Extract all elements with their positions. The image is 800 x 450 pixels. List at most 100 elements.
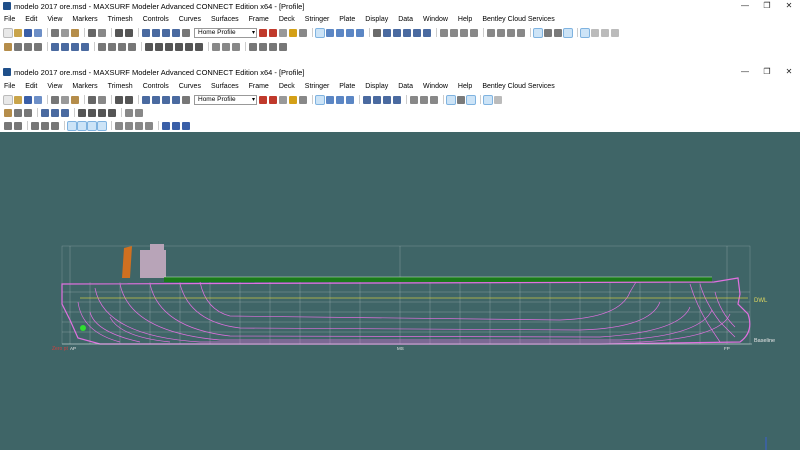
doc-render-icon[interactable]	[299, 95, 307, 104]
doc-zoom-fit-icon[interactable]	[172, 95, 180, 104]
doc-cross-icon[interactable]	[108, 108, 116, 117]
zoom-fit-icon[interactable]	[172, 28, 180, 37]
doc-menu-help[interactable]: Help	[458, 83, 472, 90]
doc-tool-n-icon[interactable]	[135, 121, 143, 130]
polyline-icon[interactable]	[155, 42, 163, 51]
curvature-icon[interactable]	[373, 28, 381, 37]
doc-grid-icon[interactable]	[410, 95, 418, 104]
connect-icon[interactable]	[24, 42, 32, 51]
set-home-icon[interactable]	[269, 28, 277, 37]
doc-menu-window[interactable]: Window	[423, 83, 448, 90]
copy-icon[interactable]	[61, 28, 69, 37]
doc-view-option-icon[interactable]	[279, 95, 287, 104]
doc-save-icon[interactable]	[24, 95, 32, 104]
paste-icon[interactable]	[71, 28, 79, 37]
buttocks-icon[interactable]	[403, 28, 411, 37]
doc-scale-icon[interactable]	[61, 108, 69, 117]
doc-plan-view-icon[interactable]	[326, 95, 334, 104]
close-button[interactable]: ✕	[778, 0, 800, 12]
doc-tool-e-icon[interactable]	[31, 121, 39, 130]
doc-new-file-icon[interactable]	[3, 94, 13, 105]
doc-tool-r-icon[interactable]	[182, 121, 190, 130]
pencil-icon[interactable]	[4, 42, 12, 51]
doc-menu-frame[interactable]: Frame	[249, 83, 269, 90]
doc-menu-controls[interactable]: Controls	[143, 83, 169, 90]
restore-button[interactable]: ❐	[756, 0, 778, 12]
distribute-icon[interactable]	[108, 42, 116, 51]
doc-markers-icon[interactable]	[420, 95, 428, 104]
align-icon[interactable]	[98, 42, 106, 51]
flip-icon[interactable]	[81, 42, 89, 51]
frame-grid-icon[interactable]	[611, 28, 619, 37]
join-icon[interactable]	[222, 42, 230, 51]
zoom-in-icon[interactable]	[152, 28, 160, 37]
redo-icon[interactable]	[125, 28, 133, 37]
doc-tool-i-icon[interactable]	[77, 120, 87, 131]
doc-open-folder-icon[interactable]	[14, 95, 22, 104]
menu-controls[interactable]: Controls	[143, 16, 169, 23]
spline-icon[interactable]	[563, 27, 573, 38]
plates-icon[interactable]	[517, 28, 525, 37]
undo-icon[interactable]	[115, 28, 123, 37]
view-select[interactable]: Home Profile ▾	[194, 27, 257, 38]
doc-frame-option-icon[interactable]	[494, 95, 502, 104]
new-file-icon[interactable]	[3, 27, 13, 38]
doc-menu-trimesh[interactable]: Trimesh	[108, 83, 133, 90]
save-all-icon[interactable]	[34, 28, 42, 37]
doc-contours-icon[interactable]	[363, 95, 371, 104]
menu-stringer[interactable]: Stringer	[305, 16, 330, 23]
doc-menu-view[interactable]: View	[47, 83, 62, 90]
sections-icon[interactable]	[393, 28, 401, 37]
open-folder-icon[interactable]	[14, 28, 22, 37]
line-icon[interactable]	[145, 42, 153, 51]
doc-menu-bentley-cloud[interactable]: Bentley Cloud Services	[482, 83, 554, 90]
move-icon[interactable]	[51, 42, 59, 51]
doc-close-button[interactable]: ✕	[778, 66, 800, 78]
menu-window[interactable]: Window	[423, 16, 448, 23]
doc-tool-h-icon[interactable]	[67, 120, 77, 131]
print-icon[interactable]	[88, 28, 96, 37]
doc-move-icon[interactable]	[41, 108, 49, 117]
doc-spline-icon[interactable]	[466, 94, 476, 105]
menu-display[interactable]: Display	[365, 16, 388, 23]
doc-zoom-icon[interactable]	[142, 95, 150, 104]
tool-b-icon[interactable]	[259, 42, 267, 51]
doc-shade-icon[interactable]	[289, 95, 297, 104]
weld-icon[interactable]	[128, 42, 136, 51]
fit-icon[interactable]	[232, 42, 240, 51]
doc-minimize-button[interactable]: —	[734, 66, 756, 78]
arc-icon[interactable]	[175, 42, 183, 51]
menu-frame[interactable]: Frame	[249, 16, 269, 23]
cross-icon[interactable]	[185, 42, 193, 51]
waterlines-icon[interactable]	[413, 28, 421, 37]
doc-sections-icon[interactable]	[373, 95, 381, 104]
doc-pan-icon[interactable]	[182, 95, 190, 104]
rudder-marker[interactable]	[80, 325, 86, 331]
menu-help[interactable]: Help	[458, 16, 472, 23]
menu-surfaces[interactable]: Surfaces	[211, 16, 239, 23]
profile-view-icon[interactable]	[315, 27, 325, 38]
doc-view-select[interactable]: Home Profile ▾	[194, 94, 257, 105]
curve-draw-icon[interactable]	[165, 42, 173, 51]
net-icon[interactable]	[460, 28, 468, 37]
render-icon[interactable]	[299, 28, 307, 37]
doc-layer-option-icon[interactable]	[14, 121, 22, 130]
doc-save-all-icon[interactable]	[34, 95, 42, 104]
doc-tool-k-icon[interactable]	[97, 120, 107, 131]
doc-curve-icon[interactable]	[457, 95, 465, 104]
snap-icon[interactable]	[118, 42, 126, 51]
edges-icon[interactable]	[507, 28, 515, 37]
grid-icon[interactable]	[440, 28, 448, 37]
doc-tool-p-icon[interactable]	[162, 121, 170, 130]
frame-icon[interactable]	[580, 27, 590, 38]
doc-join-icon[interactable]	[135, 108, 143, 117]
doc-restore-button[interactable]: ❐	[756, 66, 778, 78]
doc-tool-q-icon[interactable]	[172, 121, 180, 130]
doc-curve-draw-icon[interactable]	[98, 108, 106, 117]
doc-polyline-icon[interactable]	[88, 108, 96, 117]
doc-split-icon[interactable]	[125, 108, 133, 117]
rendering-icon[interactable]	[356, 28, 364, 37]
doc-redo-icon[interactable]	[125, 95, 133, 104]
doc-undo-icon[interactable]	[115, 95, 123, 104]
doc-line-icon[interactable]	[78, 108, 86, 117]
